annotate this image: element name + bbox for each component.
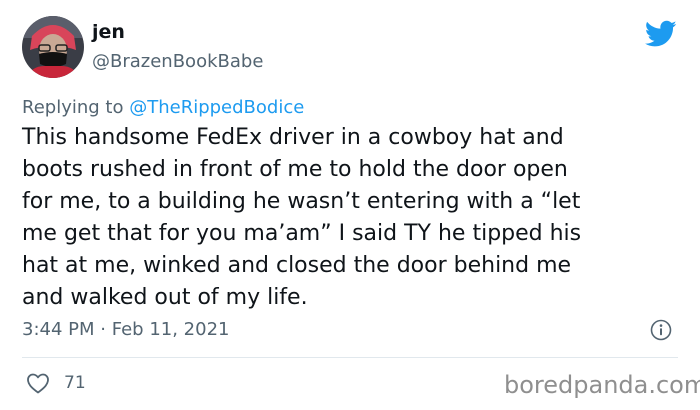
reply-prefix: Replying to — [22, 97, 124, 118]
tweet-time: 3:44 PM — [22, 319, 95, 340]
meta-separator: · — [100, 319, 106, 340]
tweet-line: me get that for you ma’am” I said TY he … — [22, 221, 582, 246]
tweet-timestamp[interactable]: 3:44 PM · Feb 11, 2021 — [22, 318, 229, 342]
tweet-line: This handsome FedEx driver in a cowboy h… — [22, 125, 564, 150]
tweet-text: This handsome FedEx driver in a cowboy h… — [22, 122, 672, 314]
author-handle[interactable]: @BrazenBookBabe — [92, 50, 263, 74]
watermark: boredpanda.com — [504, 371, 700, 399]
twitter-bird-icon[interactable] — [644, 20, 677, 48]
heart-icon[interactable] — [26, 372, 50, 394]
avatar[interactable] — [22, 16, 84, 78]
reply-target-link[interactable]: @TheRippedBodice — [129, 97, 304, 118]
info-icon[interactable] — [650, 319, 672, 341]
replying-to: Replying to @TheRippedBodice — [22, 96, 304, 120]
like-count: 71 — [64, 373, 86, 393]
divider — [22, 357, 678, 358]
avatar-image — [22, 16, 84, 78]
tweet-line: boots rushed in front of me to hold the … — [22, 157, 568, 182]
tweet-date: Feb 11, 2021 — [111, 319, 230, 340]
tweet-line: and walked out of my life. — [22, 285, 308, 310]
tweet-line: hat at me, winked and closed the door be… — [22, 253, 572, 278]
tweet-line: for me, to a building he wasn’t entering… — [22, 189, 581, 214]
author-name[interactable]: jen — [92, 20, 125, 44]
